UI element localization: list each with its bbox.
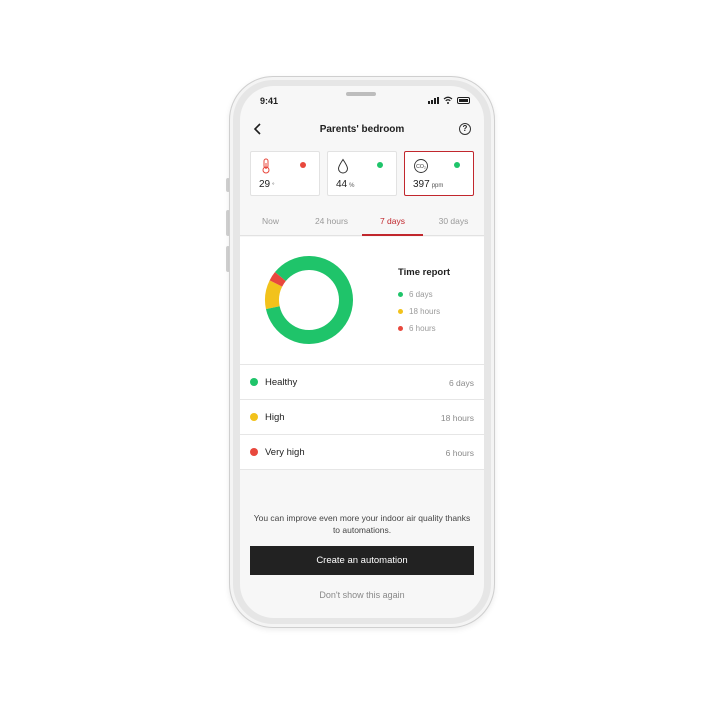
status-dot xyxy=(300,162,306,168)
legend-item-healthy: 6 days xyxy=(398,290,433,299)
metric-unit: ° xyxy=(272,183,275,189)
metric-card-co2[interactable]: CO₂ 397 ppm xyxy=(404,151,474,196)
tab-7-days[interactable]: 7 days xyxy=(362,216,423,226)
thermometer-icon xyxy=(262,158,270,174)
help-icon[interactable]: ? xyxy=(459,123,471,135)
level-row-healthy: Healthy 6 days xyxy=(240,364,484,399)
level-label: Healthy xyxy=(265,377,298,388)
legend-item-very-high: 6 hours xyxy=(398,324,436,333)
donut-slice-healthy xyxy=(265,256,353,344)
legend-item-high: 18 hours xyxy=(398,307,440,316)
tab-now[interactable]: Now xyxy=(240,216,301,226)
status-time: 9:41 xyxy=(260,96,279,106)
page-title: Parents' bedroom xyxy=(319,124,405,135)
create-automation-button[interactable]: Create an automation xyxy=(250,546,474,575)
donut-slice-very-high xyxy=(269,272,286,287)
time-report-title: Time report xyxy=(398,267,451,278)
svg-text:CO₂: CO₂ xyxy=(416,164,426,170)
level-duration: 6 days xyxy=(448,378,474,388)
metric-value: 29 ° xyxy=(259,179,275,190)
status-dot xyxy=(454,162,460,168)
donut-slice-high xyxy=(265,280,283,310)
tab-24-hours[interactable]: 24 hours xyxy=(301,216,362,226)
level-duration: 18 hours xyxy=(440,413,474,423)
automation-tip-text: You can improve even more your indoor ai… xyxy=(253,513,471,535)
nav-bar: Parents' bedroom ? xyxy=(240,119,484,141)
metric-card-humidity[interactable]: 44% xyxy=(327,151,397,196)
phone-screen: 9:41 Parents' bedroom ? 29 ° 44 % CO₂ 39… xyxy=(240,86,484,618)
level-label: Very high xyxy=(265,447,305,458)
cellular-signal-icon xyxy=(428,97,439,104)
level-row-high: High 18 hours xyxy=(240,399,484,434)
donut-chart xyxy=(265,256,353,344)
status-icons xyxy=(428,96,470,104)
time-report-panel: Time report 6 days 18 hours 6 hours xyxy=(240,237,484,364)
level-dot xyxy=(250,413,258,421)
active-tab-indicator xyxy=(362,234,423,236)
divider xyxy=(240,469,484,470)
level-dot xyxy=(250,448,258,456)
level-dot xyxy=(250,378,258,386)
wifi-icon xyxy=(443,96,453,104)
metric-card-temperature[interactable]: 29 ° xyxy=(250,151,320,196)
status-dot xyxy=(377,162,383,168)
level-label: High xyxy=(265,412,285,423)
co2-icon: CO₂ xyxy=(414,159,428,173)
metric-value: 44% xyxy=(336,179,355,190)
dont-show-again-link[interactable]: Don't show this again xyxy=(240,590,484,600)
tab-30-days[interactable]: 30 days xyxy=(423,216,484,226)
status-bar: 9:41 xyxy=(240,86,484,116)
metric-unit: % xyxy=(349,183,355,189)
level-row-very-high: Very high 6 hours xyxy=(240,434,484,469)
notch-pill xyxy=(346,92,376,96)
level-duration: 6 hours xyxy=(445,448,474,458)
battery-icon xyxy=(457,97,470,104)
metric-unit: ppm xyxy=(431,183,444,189)
droplet-icon xyxy=(337,158,349,174)
period-tabs: Now 24 hours 7 days 30 days xyxy=(240,208,484,236)
metric-value: 397 ppm xyxy=(413,179,444,190)
